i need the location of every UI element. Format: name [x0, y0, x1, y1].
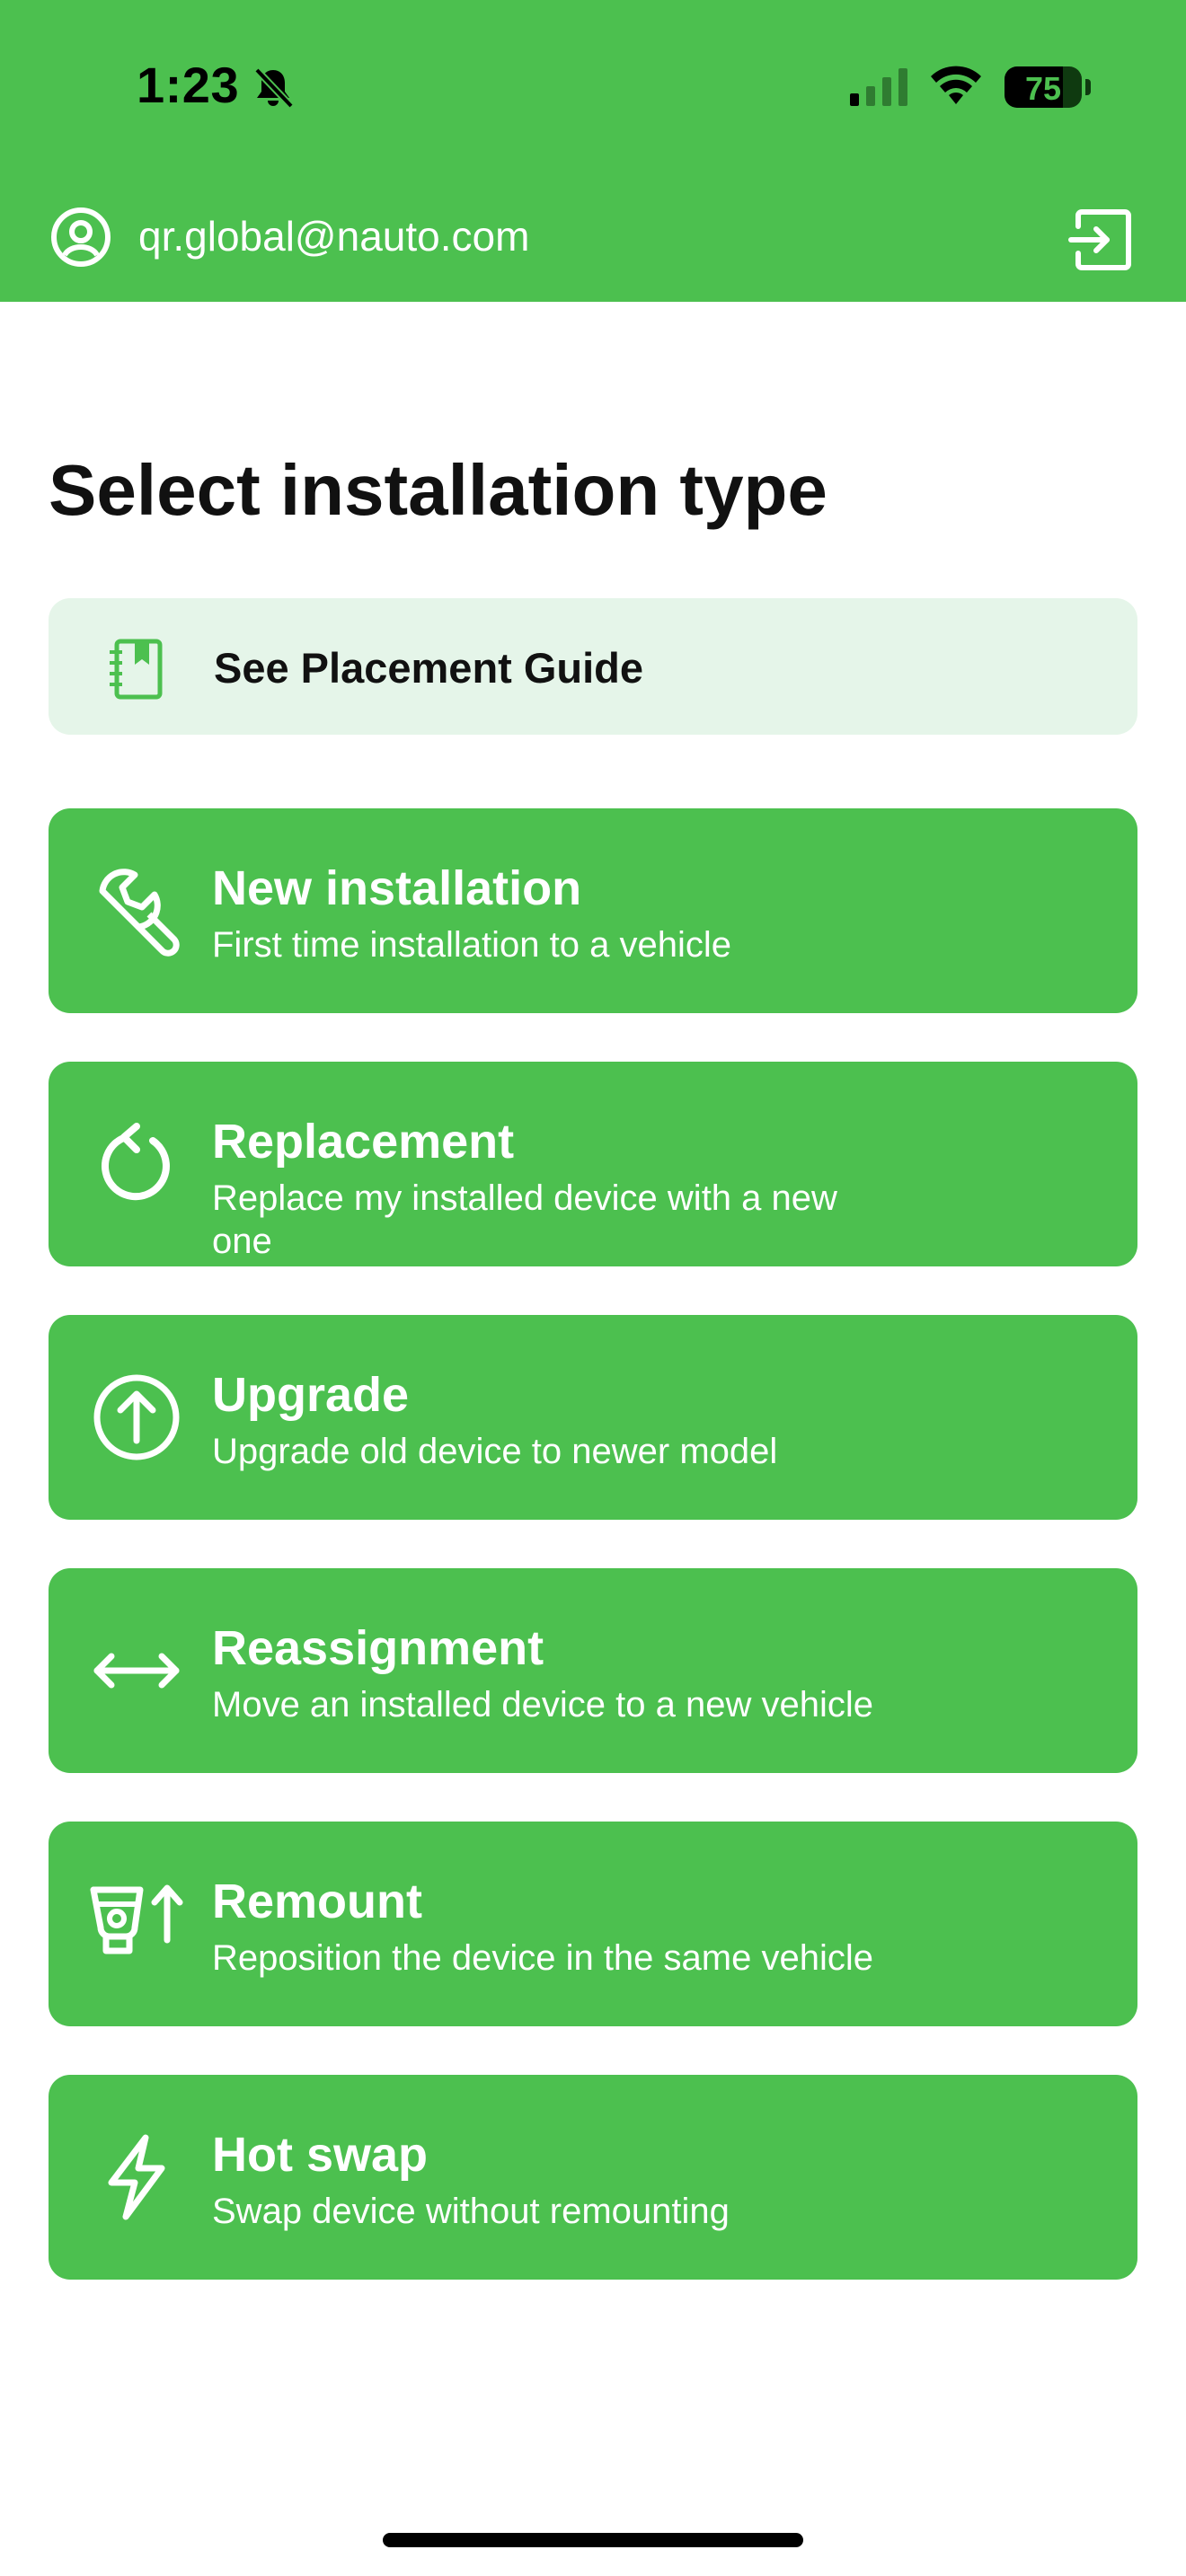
option-new-installation[interactable]: New installation First time installation… [49, 808, 1137, 1013]
option-description: Move an installed device to a new vehicl… [212, 1685, 873, 1725]
bell-slash-icon [254, 67, 294, 109]
option-title: Hot swap [212, 2128, 429, 2182]
option-description: Swap device without remounting [212, 2192, 730, 2231]
wifi-icon [931, 66, 981, 104]
option-description: Replace my installed device with a new o… [212, 1178, 837, 1261]
placement-guide-label: See Placement Guide [214, 644, 644, 692]
rotate-icon [101, 1123, 170, 1201]
logout-icon[interactable] [1066, 205, 1136, 275]
home-indicator[interactable] [383, 2533, 803, 2547]
app-header: 1:23 75 qr.global@nauto.com [0, 0, 1186, 302]
option-description: First time installation to a vehicle [212, 925, 732, 965]
option-remount[interactable]: Remount Reposition the device in the sam… [49, 1822, 1137, 2026]
option-replacement[interactable]: Replacement Replace my installed device … [49, 1062, 1137, 1266]
option-description: Upgrade old device to newer model [212, 1432, 778, 1471]
arrow-up-circle-icon [93, 1374, 180, 1460]
user-circle-icon[interactable] [50, 207, 111, 268]
account-email: qr.global@nauto.com [138, 213, 530, 260]
option-title: New installation [212, 861, 582, 915]
option-upgrade[interactable]: Upgrade Upgrade old device to newer mode… [49, 1315, 1137, 1520]
remount-device-icon [90, 1884, 183, 1954]
option-title: Remount [212, 1875, 422, 1928]
option-hot-swap[interactable]: Hot swap Swap device without remounting [49, 2075, 1137, 2280]
lightning-icon [108, 2134, 165, 2220]
option-title: Replacement [212, 1115, 515, 1169]
option-title: Upgrade [212, 1368, 410, 1422]
battery-cap [1085, 79, 1091, 95]
horizontal-arrows-icon [93, 1653, 180, 1689]
battery-icon: 75 [1005, 66, 1082, 108]
option-title: Reassignment [212, 1621, 544, 1675]
wrench-icon [99, 869, 180, 957]
option-description: Reposition the device in the same vehicl… [212, 1938, 873, 1978]
page-title: Select installation type [49, 450, 828, 530]
cellular-signal-icon [850, 68, 907, 106]
battery-level: 75 [1024, 70, 1062, 107]
status-time: 1:23 [137, 57, 240, 113]
placement-guide-button[interactable]: See Placement Guide [49, 598, 1137, 735]
notebook-icon [110, 639, 163, 700]
option-reassignment[interactable]: Reassignment Move an installed device to… [49, 1568, 1137, 1773]
